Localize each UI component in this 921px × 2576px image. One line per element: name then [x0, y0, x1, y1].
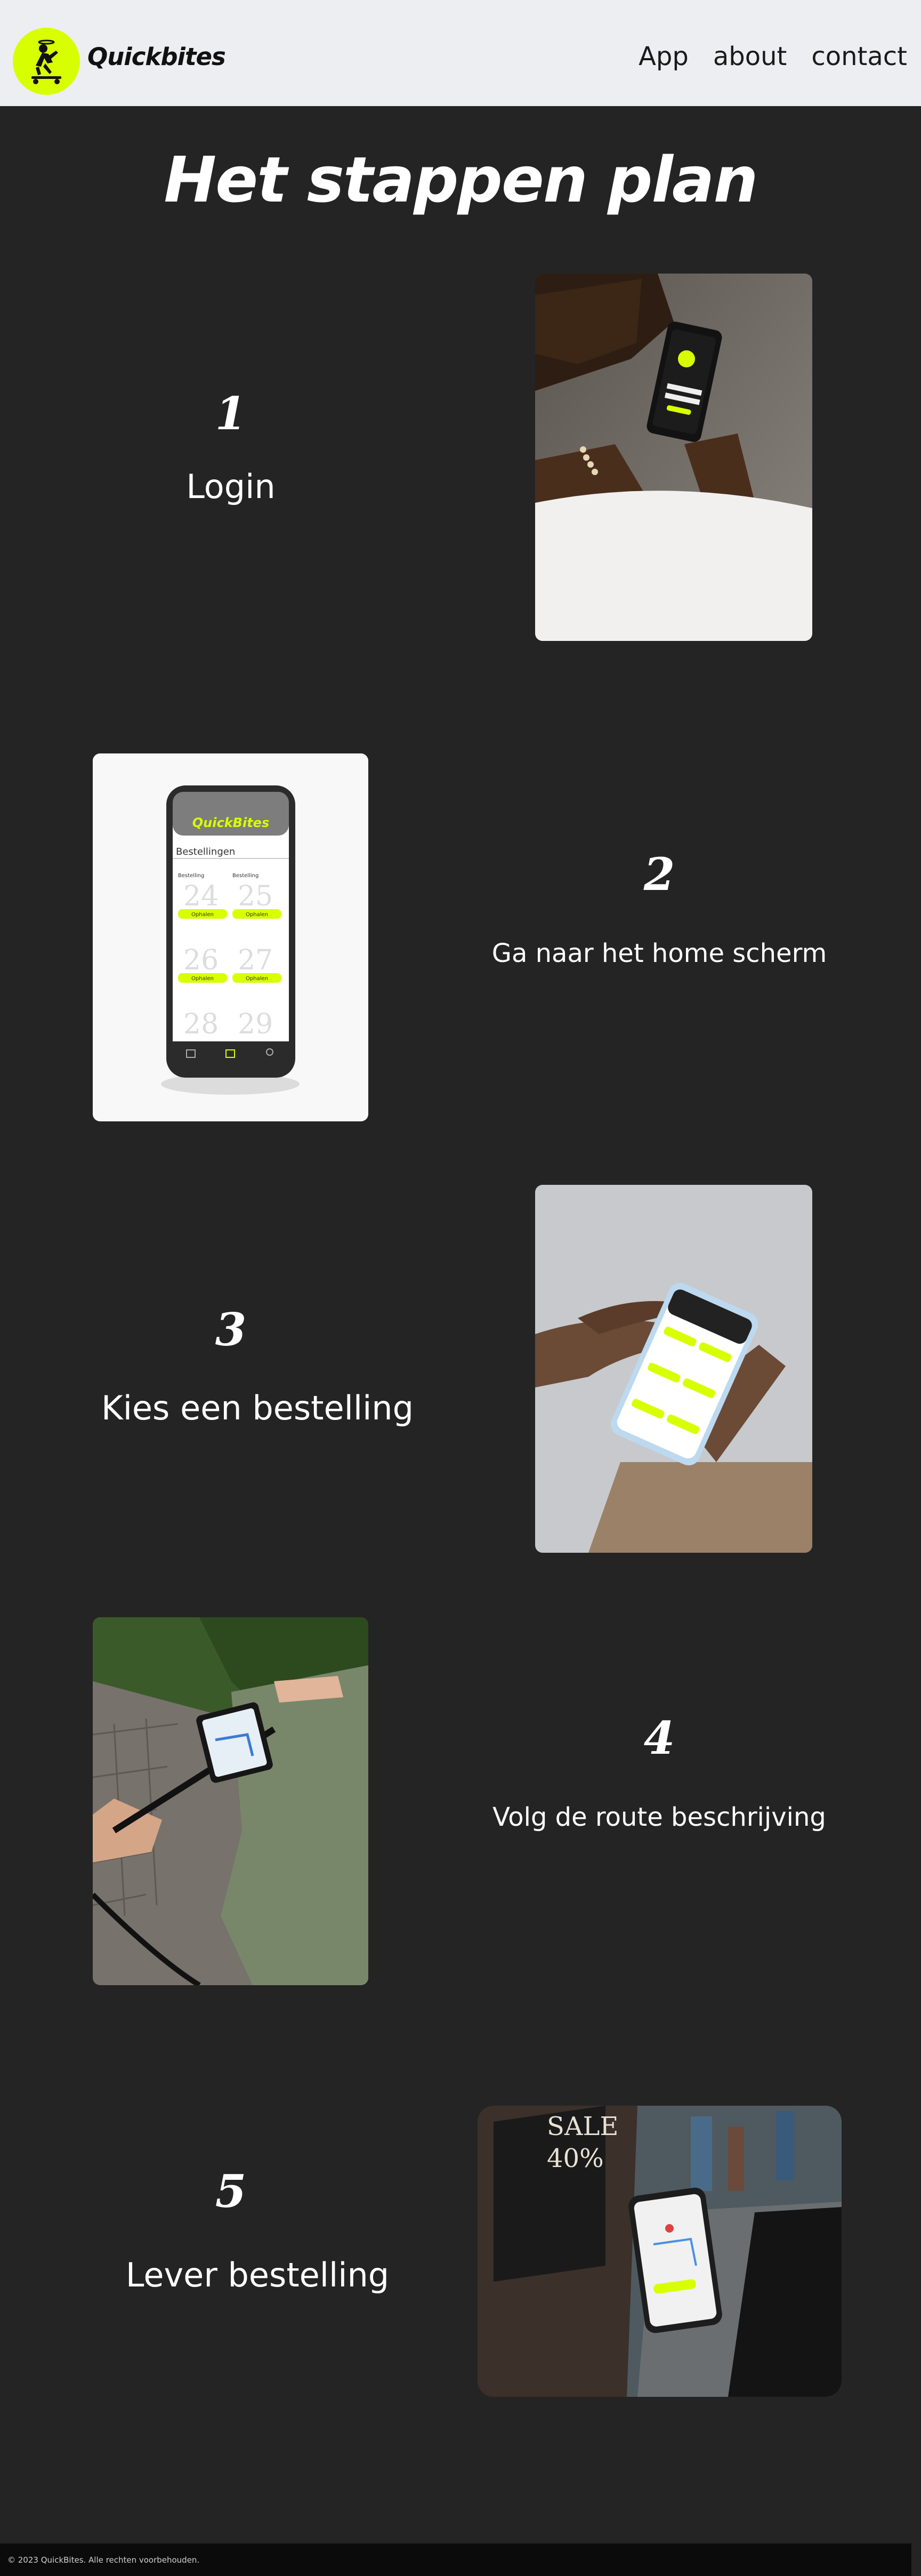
step-1-number: 1	[215, 387, 247, 440]
scooter-courier-icon	[31, 39, 61, 84]
step-2-number: 2	[643, 848, 675, 901]
navbar: Quickbites App about contact	[0, 0, 921, 106]
order-button-text: Ophalen	[191, 976, 214, 982]
brand-name[interactable]: Quickbites	[87, 43, 226, 71]
shop-sign-sale: SALE	[547, 2112, 618, 2141]
deliver-order-phone-image: SALE 40%	[478, 2106, 842, 2397]
step-3-label: Kies een bestelling	[101, 1389, 414, 1427]
order-number: 25	[238, 880, 273, 912]
order-number: 29	[238, 1008, 273, 1040]
footer: © 2023 QuickBites. Alle rechten voorbeho…	[0, 2543, 911, 2576]
home-screen-phone-image: QuickBites Bestellingen Bestelling Beste…	[93, 753, 368, 1121]
footer-copyright: © 2023 QuickBites. Alle rechten voorbeho…	[7, 2555, 200, 2565]
login-phone-image	[535, 274, 812, 641]
step-3-photo	[535, 1185, 812, 1553]
step-4-number: 4	[643, 1712, 675, 1764]
order-number: 28	[183, 1008, 219, 1040]
step-3-number: 3	[215, 1303, 247, 1356]
order-number: 24	[183, 880, 219, 912]
order-card-label: Bestelling	[178, 873, 204, 879]
nav-link-about[interactable]: about	[713, 42, 787, 71]
nav-link-app[interactable]: App	[639, 42, 689, 71]
choose-order-phone-image	[535, 1185, 812, 1553]
page-title: Het stappen plan	[164, 143, 758, 216]
nav-link-contact[interactable]: contact	[811, 42, 907, 71]
step-2-label: Ga naar het home scherm	[491, 938, 827, 968]
step-2-photo: QuickBites Bestellingen Bestelling Beste…	[93, 753, 368, 1121]
order-button-text: Ophalen	[246, 976, 268, 982]
step-5-label: Lever bestelling	[125, 2256, 390, 2294]
app-heading-text: Bestellingen	[176, 846, 235, 857]
logo[interactable]	[13, 28, 80, 95]
order-number: 27	[238, 944, 273, 976]
shop-sign-percent: 40%	[547, 2144, 604, 2173]
order-card-label: Bestelling	[232, 873, 258, 879]
step-1-photo	[535, 274, 812, 641]
step-5-photo: SALE 40%	[478, 2106, 842, 2397]
order-button-text: Ophalen	[246, 912, 268, 918]
step-4-label: Volg de route beschrijving	[492, 1802, 826, 1832]
nav-links: App about contact	[639, 42, 907, 71]
app-brand-text: QuickBites	[192, 815, 269, 830]
order-button-text: Ophalen	[191, 912, 214, 918]
order-number: 26	[183, 944, 219, 976]
route-navigation-bike-image	[93, 1617, 368, 1985]
step-1-label: Login	[186, 467, 276, 506]
step-4-photo	[93, 1617, 368, 1985]
step-5-number: 5	[215, 2165, 247, 2218]
